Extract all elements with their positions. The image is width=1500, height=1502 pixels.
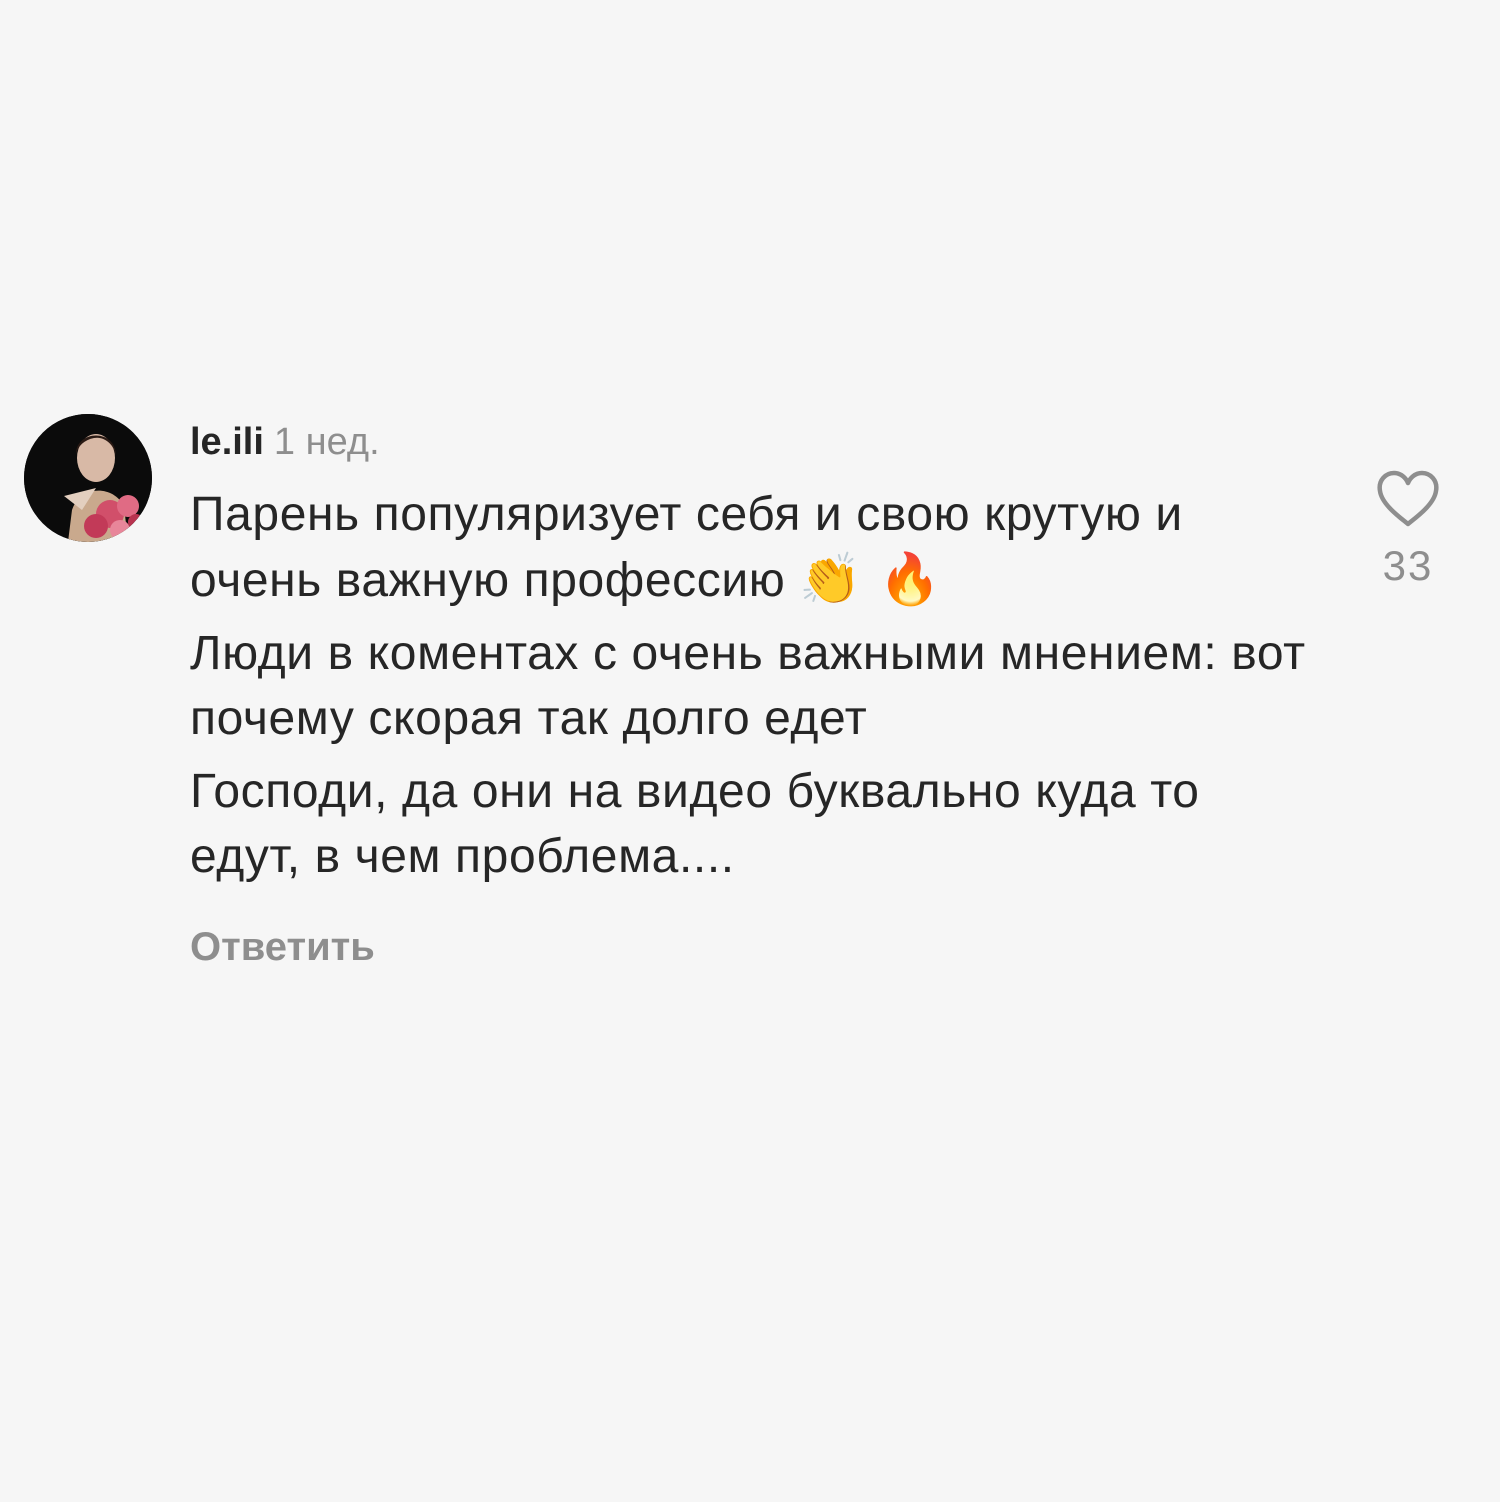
- reply-button[interactable]: Ответить: [190, 925, 1320, 970]
- avatar[interactable]: [24, 414, 152, 542]
- comment-meta: le.ili 1 нед.: [190, 414, 1320, 470]
- comment-text: Парень популяризует себя и свою крутую и…: [190, 482, 1320, 889]
- like-control: 33: [1366, 470, 1450, 590]
- comment-screen: le.ili 1 нед. Парень популяризует себя и …: [0, 0, 1500, 1502]
- timestamp: 1 нед.: [273, 421, 380, 463]
- clap-fire-emoji: 👏 🔥: [799, 550, 942, 608]
- comment-paragraph-3: Господи, да они на видео буквально куда …: [190, 765, 1200, 883]
- username[interactable]: le.ili: [190, 421, 264, 463]
- comment-paragraph-2: Люди в коментах с очень важными мнением:…: [190, 627, 1306, 745]
- like-count: 33: [1382, 542, 1434, 589]
- comment-body: le.ili 1 нед. Парень популяризует себя и …: [190, 414, 1320, 970]
- heart-outline-icon[interactable]: [1366, 470, 1450, 528]
- comment-paragraph-1: Парень популяризует себя и свою крутую и…: [190, 482, 1320, 613]
- comment-paragraph-1-text: Парень популяризует себя и свою крутую и…: [190, 488, 1183, 607]
